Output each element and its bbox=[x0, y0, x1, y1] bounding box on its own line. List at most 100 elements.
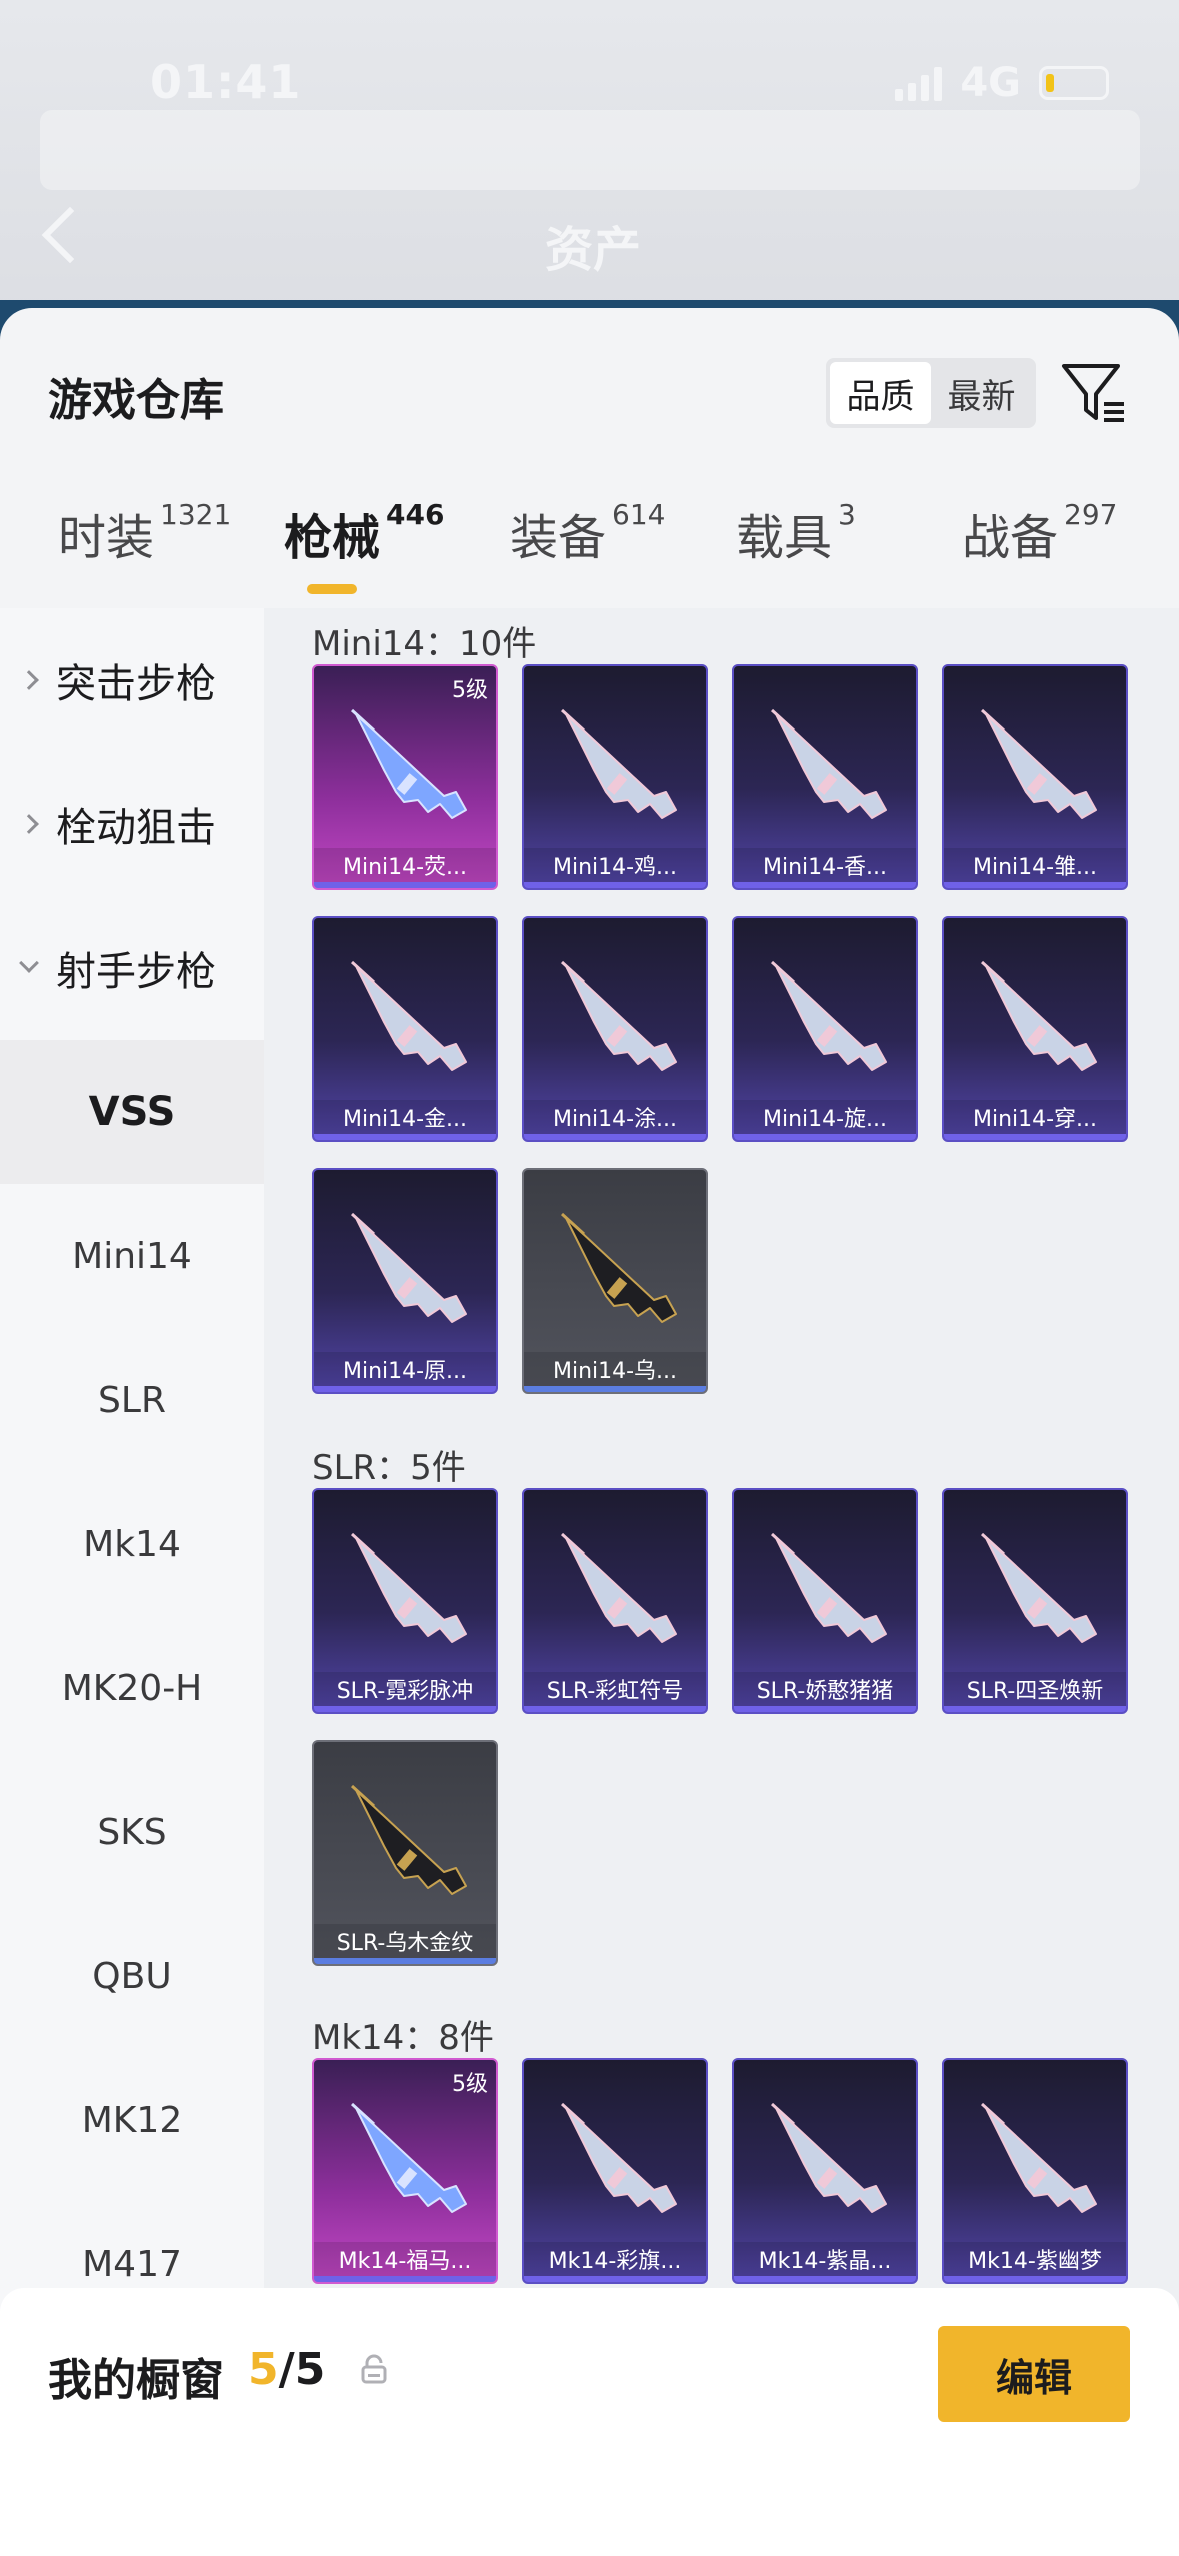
item-card[interactable]: Mini14-鸡... bbox=[522, 664, 708, 890]
rifle-icon bbox=[350, 2102, 467, 2213]
tab-label: 战备 bbox=[962, 510, 1059, 566]
tab-vehicles[interactable]: 载具 3 bbox=[736, 498, 856, 568]
item-name: Mini14-荧... bbox=[314, 848, 496, 882]
rarity-bar bbox=[944, 2276, 1126, 2282]
rifle-icon bbox=[350, 708, 467, 819]
item-name: Mk14-彩旗... bbox=[524, 2242, 706, 2276]
chevron-left-icon[interactable] bbox=[41, 206, 99, 264]
sort-option-quality[interactable]: 品质 bbox=[830, 362, 931, 424]
background-header: 01:41 4G 资产 bbox=[0, 0, 1179, 340]
item-card[interactable]: Mini14-香... bbox=[732, 664, 918, 890]
category-tabs: 时装 1321 枪械 446 装备 614 载具 3 战备 297 bbox=[0, 498, 1179, 608]
rifle-icon bbox=[770, 960, 887, 1071]
tab-count: 3 bbox=[838, 498, 856, 531]
rifle-icon bbox=[980, 2102, 1097, 2213]
item-card[interactable]: 5级 Mk14-福马... bbox=[312, 2058, 498, 2284]
tab-label: 装备 bbox=[510, 510, 607, 566]
item-card[interactable]: SLR-四圣焕新 bbox=[942, 1488, 1128, 1714]
rarity-bar bbox=[944, 882, 1126, 888]
sidebar-item-mk20h[interactable]: MK20-H bbox=[0, 1616, 264, 1760]
edit-button[interactable]: 编辑 bbox=[938, 2326, 1130, 2422]
rarity-bar bbox=[734, 882, 916, 888]
item-card[interactable]: Mini14-金... bbox=[312, 916, 498, 1142]
tab-label: 枪械 bbox=[284, 510, 381, 566]
chevron-right-icon bbox=[19, 670, 39, 690]
sidebar-category-label: 栓动狙击 bbox=[56, 805, 216, 851]
rifle-icon bbox=[350, 960, 467, 1071]
sidebar-category-assault-rifle[interactable]: 突击步枪 bbox=[0, 608, 264, 752]
sidebar-item-mini14[interactable]: Mini14 bbox=[0, 1184, 264, 1328]
item-card[interactable]: Mini14-雏... bbox=[942, 664, 1128, 890]
rarity-bar bbox=[524, 1706, 706, 1712]
item-card[interactable]: Mini14-乌... bbox=[522, 1168, 708, 1394]
rifle-icon bbox=[770, 1532, 887, 1643]
rarity-bar bbox=[314, 1958, 496, 1964]
section-title-mk14: Mk14：8件 bbox=[312, 2018, 494, 2058]
filter-icon[interactable] bbox=[1060, 360, 1128, 428]
item-card[interactable]: Mini14-穿... bbox=[942, 916, 1128, 1142]
showcase-total: /5 bbox=[278, 2344, 326, 2395]
rifle-icon bbox=[980, 708, 1097, 819]
tab-fashion[interactable]: 时装 1321 bbox=[58, 498, 231, 568]
sheet-title: 游戏仓库 bbox=[48, 375, 224, 426]
item-name: Mini14-原... bbox=[314, 1352, 496, 1386]
item-name: Mk14-紫晶... bbox=[734, 2242, 916, 2276]
sidebar: 突击步枪 栓动狙击 射手步枪 VSS Mini14 SLR Mk14 MK20-… bbox=[0, 608, 264, 2556]
item-card[interactable]: SLR-乌木金纹 bbox=[312, 1740, 498, 1966]
rifle-icon bbox=[560, 2102, 677, 2213]
item-card[interactable]: 5级 Mini14-荧... bbox=[312, 664, 498, 890]
sidebar-item-vss[interactable]: VSS bbox=[0, 1040, 264, 1184]
sort-toggle: 品质 最新 bbox=[826, 358, 1036, 428]
item-card[interactable]: Mk14-彩旗... bbox=[522, 2058, 708, 2284]
rifle-icon bbox=[980, 1532, 1097, 1643]
rarity-bar bbox=[944, 1134, 1126, 1140]
rarity-bar bbox=[314, 882, 496, 888]
item-name: Mini14-穿... bbox=[944, 1100, 1126, 1134]
item-card[interactable]: SLR-彩虹符号 bbox=[522, 1488, 708, 1714]
network-label: 4G bbox=[960, 60, 1021, 106]
item-name: Mini14-金... bbox=[314, 1100, 496, 1134]
item-card[interactable]: Mk14-紫晶... bbox=[732, 2058, 918, 2284]
chevron-down-icon bbox=[19, 953, 39, 973]
rarity-bar bbox=[314, 1386, 496, 1392]
rifle-icon bbox=[560, 708, 677, 819]
item-card[interactable]: Mini14-涂... bbox=[522, 916, 708, 1142]
item-card[interactable]: SLR-娇憨猪猪 bbox=[732, 1488, 918, 1714]
sidebar-category-marksman-rifle[interactable]: 射手步枪 bbox=[0, 896, 264, 1040]
tab-supplies[interactable]: 战备 297 bbox=[962, 498, 1117, 568]
tab-equipment[interactable]: 装备 614 bbox=[510, 498, 665, 568]
item-card[interactable]: SLR-霓彩脉冲 bbox=[312, 1488, 498, 1714]
rifle-icon bbox=[770, 2102, 887, 2213]
rifle-icon bbox=[350, 1532, 467, 1643]
rarity-bar bbox=[314, 1706, 496, 1712]
item-name: SLR-乌木金纹 bbox=[314, 1924, 496, 1958]
tab-guns[interactable]: 枪械 446 bbox=[284, 498, 444, 568]
section-title-slr: SLR：5件 bbox=[312, 1448, 466, 1488]
item-name: Mini14-香... bbox=[734, 848, 916, 882]
sidebar-item-mk14[interactable]: Mk14 bbox=[0, 1472, 264, 1616]
sidebar-category-bolt-sniper[interactable]: 栓动狙击 bbox=[0, 752, 264, 896]
sidebar-item-slr[interactable]: SLR bbox=[0, 1328, 264, 1472]
item-card[interactable]: Mk14-紫幽梦 bbox=[942, 2058, 1128, 2284]
signal-icon bbox=[895, 65, 943, 101]
item-card[interactable]: Mini14-旋... bbox=[732, 916, 918, 1142]
item-name: SLR-四圣焕新 bbox=[944, 1672, 1126, 1706]
rarity-bar bbox=[734, 2276, 916, 2282]
item-name: Mini14-旋... bbox=[734, 1100, 916, 1134]
sidebar-category-label: 射手步枪 bbox=[56, 949, 216, 995]
item-name: Mini14-涂... bbox=[524, 1100, 706, 1134]
page-title: 资产 bbox=[545, 222, 642, 278]
rarity-bar bbox=[524, 882, 706, 888]
sidebar-item-mk12[interactable]: MK12 bbox=[0, 2048, 264, 2192]
sort-option-latest[interactable]: 最新 bbox=[931, 362, 1032, 424]
rarity-bar bbox=[524, 1386, 706, 1392]
rarity-bar bbox=[314, 2276, 496, 2282]
sidebar-item-sks[interactable]: SKS bbox=[0, 1760, 264, 1904]
tab-count: 614 bbox=[612, 498, 666, 531]
tab-count: 1321 bbox=[160, 498, 232, 531]
sidebar-item-qbu[interactable]: QBU bbox=[0, 1904, 264, 2048]
rifle-icon bbox=[980, 960, 1097, 1071]
item-card[interactable]: Mini14-原... bbox=[312, 1168, 498, 1394]
item-name: Mini14-雏... bbox=[944, 848, 1126, 882]
section-title-mini14: Mini14：10件 bbox=[312, 624, 537, 664]
